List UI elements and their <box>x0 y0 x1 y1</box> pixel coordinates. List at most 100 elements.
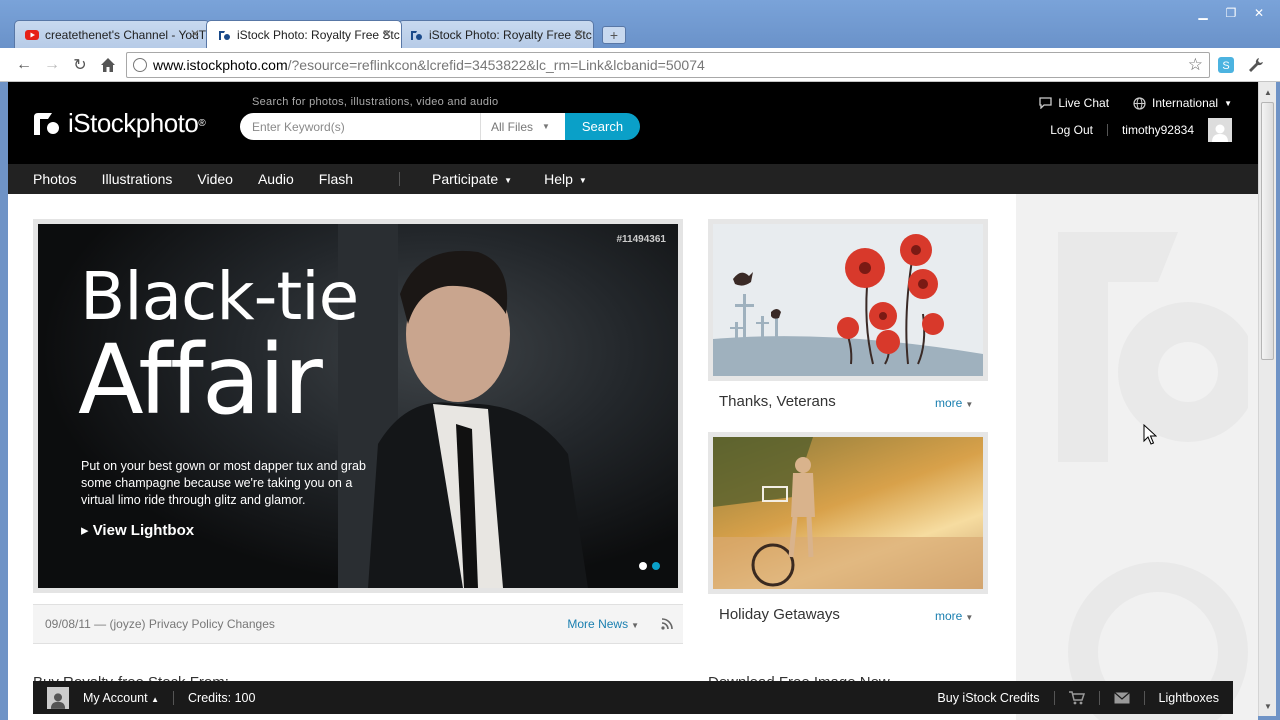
minimize-button[interactable]: ▁ <box>1190 4 1216 22</box>
globe-icon <box>133 58 147 72</box>
promo-veterans[interactable] <box>708 219 988 381</box>
international-dropdown[interactable]: International ▼ <box>1133 96 1232 110</box>
promo-caption-holiday[interactable]: Holiday Getaways <box>719 606 840 623</box>
reload-icon[interactable]: ↻ <box>70 55 90 75</box>
tab-title: iStock Photo: Royalty Free Stc <box>237 27 400 42</box>
browser-toolbar: ← → ↻ www.istockphoto.com/?esource=refli… <box>0 48 1280 82</box>
search-box: All Files ▼ <box>240 113 566 140</box>
search-button[interactable]: Search <box>565 113 640 140</box>
view-lightbox-link[interactable]: ▸ View Lightbox <box>81 521 194 539</box>
promo-image-holiday <box>713 437 983 589</box>
promo-more-holiday[interactable]: more ▼ <box>935 609 973 623</box>
credits-count[interactable]: Credits: 100 <box>188 691 255 705</box>
home-icon[interactable] <box>98 55 118 75</box>
chevron-down-icon: ▼ <box>631 621 639 630</box>
image-id: #11494361 <box>616 234 666 245</box>
search-input[interactable] <box>240 114 476 139</box>
envelope-icon[interactable] <box>1113 691 1130 704</box>
hero-description: Put on your best gown or most dapper tux… <box>81 459 366 507</box>
promo-more-veterans[interactable]: more ▼ <box>935 396 973 410</box>
close-tab-icon[interactable]: ✕ <box>574 27 584 41</box>
chat-bubble-icon <box>1039 97 1052 109</box>
nav-photos[interactable]: Photos <box>33 171 77 187</box>
man-in-tuxedo-illustration <box>338 224 588 588</box>
scroll-thumb[interactable] <box>1261 102 1274 360</box>
user-silhouette-icon <box>50 692 66 709</box>
istock-icon <box>219 31 230 40</box>
divider <box>1143 690 1145 705</box>
logo-mark-icon <box>34 112 59 135</box>
account-toolbar: My Account ▲ Credits: 100 Buy iStock Cre… <box>33 681 1233 714</box>
divider <box>1106 124 1108 136</box>
chevron-down-icon: ▼ <box>1224 98 1232 108</box>
promo-caption-veterans[interactable]: Thanks, Veterans <box>719 393 836 410</box>
file-type-select[interactable]: All Files ▼ <box>480 113 566 140</box>
carousel-dot-2[interactable] <box>652 562 660 570</box>
file-type-value: All Files <box>491 119 534 134</box>
chevron-down-icon: ▼ <box>542 122 550 131</box>
address-bar[interactable]: www.istockphoto.com/?esource=reflinkcon&… <box>126 52 1210 78</box>
istock-icon <box>411 31 422 40</box>
site-header: iStockphoto ® Search for photos, illustra… <box>8 82 1258 164</box>
my-account-menu[interactable]: My Account ▲ <box>83 691 159 705</box>
nav-divider <box>399 172 401 186</box>
buy-credits-link[interactable]: Buy iStock Credits <box>937 691 1039 705</box>
forward-arrow-icon[interactable]: → <box>42 55 62 75</box>
avatar[interactable] <box>1208 118 1232 142</box>
new-tab-button[interactable]: + <box>602 26 626 44</box>
scroll-down-arrow-icon[interactable]: ▼ <box>1259 698 1277 714</box>
scroll-up-arrow-icon[interactable]: ▲ <box>1259 84 1277 100</box>
rss-icon[interactable] <box>661 618 673 630</box>
skype-extension-icon[interactable]: S <box>1216 55 1236 75</box>
back-arrow-icon[interactable]: ← <box>14 55 34 75</box>
chevron-up-icon: ▲ <box>151 694 160 704</box>
nav-flash[interactable]: Flash <box>319 171 353 187</box>
nav-help[interactable]: Help ▼ <box>544 171 587 187</box>
shopping-cart-icon[interactable] <box>1068 690 1085 705</box>
maximize-button[interactable]: ❐ <box>1218 4 1244 22</box>
tab-istock[interactable]: iStock Photo: Royalty Free Stc ✕ <box>398 20 594 48</box>
divider <box>1053 690 1055 705</box>
wrench-icon[interactable] <box>1246 55 1266 75</box>
close-tab-icon[interactable]: ✕ <box>190 27 200 41</box>
live-chat-link[interactable]: Live Chat <box>1039 96 1109 110</box>
nav-participate[interactable]: Participate ▼ <box>432 171 512 187</box>
chevron-down-icon: ▼ <box>965 400 974 409</box>
tab-youtube[interactable]: createthenet's Channel - YouT ✕ <box>14 20 210 48</box>
tab-title: iStock Photo: Royalty Free Stc <box>429 27 592 42</box>
mouse-pointer-icon <box>1143 424 1157 445</box>
nav-video[interactable]: Video <box>197 171 233 187</box>
background-logo-watermark-icon <box>1058 232 1248 720</box>
username-link[interactable]: timothy92834 <box>1122 123 1194 137</box>
promo-image-veterans <box>713 224 983 376</box>
url-path: /?esource=reflinkcon&lcrefid=3453822&lc_… <box>287 57 705 73</box>
nav-audio[interactable]: Audio <box>258 171 294 187</box>
logo-text: iStockphoto <box>68 108 199 138</box>
woman-on-bicycle-illustration <box>713 437 983 589</box>
youtube-icon <box>25 30 39 40</box>
promo-holiday[interactable] <box>708 432 988 594</box>
web-page: iStockphoto ® Search for photos, illustra… <box>8 82 1258 720</box>
hero-banner[interactable]: #11494361 Black-tie Affair Put on your b… <box>33 219 683 593</box>
url-host: www.istockphoto.com <box>153 57 288 73</box>
tab-istock-active[interactable]: iStock Photo: Royalty Free Stc ✕ <box>206 20 402 48</box>
istockphoto-logo[interactable]: iStockphoto ® <box>32 108 206 139</box>
chevron-down-icon: ▼ <box>965 613 974 622</box>
user-silhouette-icon <box>1212 124 1228 142</box>
hero-image: #11494361 Black-tie Affair Put on your b… <box>38 224 678 588</box>
tab-title: createthenet's Channel - YouT <box>45 27 207 42</box>
more-news-link[interactable]: More News ▼ <box>567 617 639 631</box>
poppies-illustration <box>713 234 983 376</box>
divider <box>1098 690 1100 705</box>
nav-illustrations[interactable]: Illustrations <box>102 171 173 187</box>
close-window-button[interactable]: ✕ <box>1246 4 1272 22</box>
carousel-dot-1[interactable] <box>639 562 647 570</box>
vertical-scrollbar[interactable]: ▲ ▼ <box>1258 82 1276 716</box>
bookmark-star-icon[interactable]: ☆ <box>1188 55 1203 75</box>
avatar[interactable] <box>47 686 69 709</box>
lightboxes-link[interactable]: Lightboxes <box>1159 691 1219 705</box>
close-tab-icon[interactable]: ✕ <box>382 27 392 41</box>
news-text[interactable]: 09/08/11 — (joyze) Privacy Policy Change… <box>45 617 275 631</box>
search-hint: Search for photos, illustrations, video … <box>252 96 499 108</box>
log-out-link[interactable]: Log Out <box>1050 123 1093 137</box>
